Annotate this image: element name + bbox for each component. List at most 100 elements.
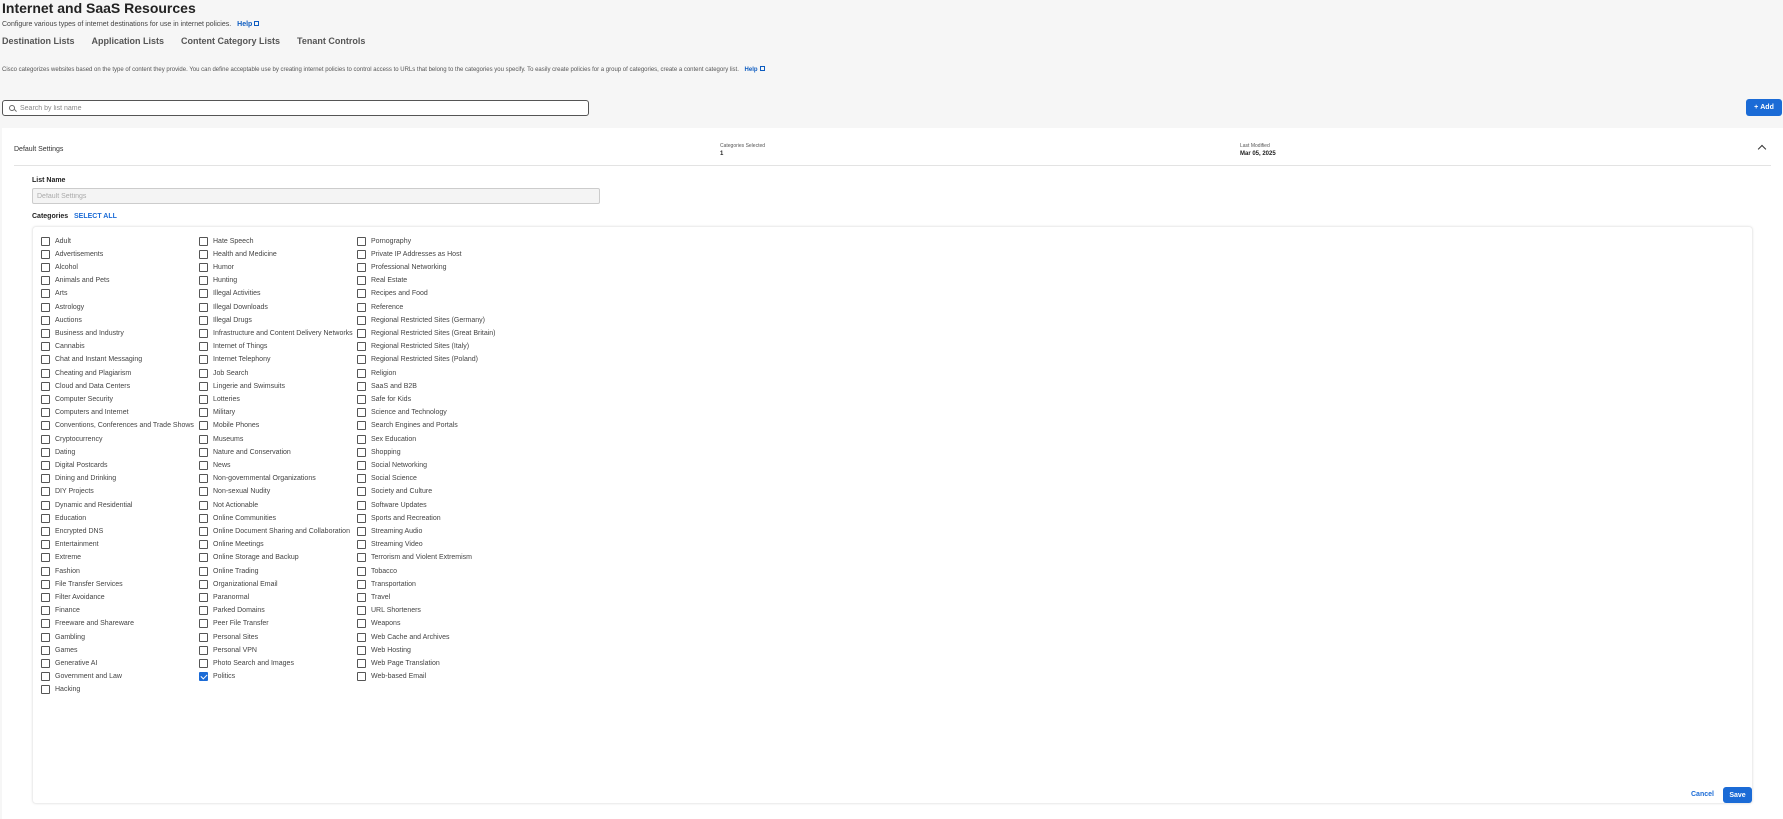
category-item[interactable]: Illegal Activities bbox=[199, 288, 260, 300]
description-help-link[interactable]: Help bbox=[745, 66, 765, 73]
checkbox[interactable] bbox=[357, 672, 366, 682]
list-row-name[interactable]: Default Settings bbox=[14, 146, 63, 153]
checkbox[interactable] bbox=[199, 553, 208, 563]
category-item[interactable]: DIY Projects bbox=[41, 486, 94, 498]
checkbox[interactable] bbox=[41, 302, 50, 312]
category-item[interactable]: Regional Restricted Sites (Great Britain… bbox=[357, 327, 496, 339]
checkbox[interactable] bbox=[41, 460, 50, 470]
checkbox[interactable] bbox=[199, 658, 208, 668]
category-item[interactable]: Software Updates bbox=[357, 499, 427, 511]
list-name-input[interactable] bbox=[32, 188, 600, 204]
checkbox[interactable] bbox=[199, 368, 208, 378]
category-item[interactable]: Extreme bbox=[41, 552, 81, 564]
category-item[interactable]: Nature and Conservation bbox=[199, 446, 291, 458]
checkbox[interactable] bbox=[199, 540, 208, 550]
category-item[interactable]: Cannabis bbox=[41, 341, 85, 353]
checkbox[interactable] bbox=[199, 408, 208, 418]
category-item[interactable]: Lotteries bbox=[199, 393, 240, 405]
checkbox[interactable] bbox=[41, 447, 50, 457]
category-item[interactable]: Reference bbox=[357, 301, 403, 313]
category-item[interactable]: Social Networking bbox=[357, 459, 427, 471]
category-item[interactable]: Animals and Pets bbox=[41, 275, 109, 287]
checkbox[interactable] bbox=[41, 526, 50, 536]
checkbox[interactable] bbox=[199, 632, 208, 642]
category-item[interactable]: Freeware and Shareware bbox=[41, 618, 134, 630]
checkbox[interactable] bbox=[41, 408, 50, 418]
checkbox[interactable] bbox=[41, 421, 50, 431]
category-item[interactable]: Organizational Email bbox=[199, 578, 278, 590]
category-item[interactable]: Auctions bbox=[41, 314, 82, 326]
checkbox[interactable] bbox=[357, 645, 366, 655]
checkbox[interactable] bbox=[199, 500, 208, 510]
category-item[interactable]: Hacking bbox=[41, 684, 80, 696]
checkbox[interactable] bbox=[41, 276, 50, 286]
category-item[interactable]: Sports and Recreation bbox=[357, 512, 441, 524]
checkbox[interactable] bbox=[357, 553, 366, 563]
checkbox[interactable] bbox=[41, 368, 50, 378]
checkbox[interactable] bbox=[357, 394, 366, 404]
checkbox[interactable] bbox=[41, 289, 50, 299]
search-input[interactable] bbox=[20, 104, 570, 112]
checkbox[interactable] bbox=[357, 487, 366, 497]
category-item[interactable]: Web Cache and Archives bbox=[357, 631, 449, 643]
checkbox[interactable] bbox=[199, 592, 208, 602]
category-item[interactable]: Web Hosting bbox=[357, 644, 411, 656]
checkbox[interactable] bbox=[199, 474, 208, 484]
category-item[interactable]: Regional Restricted Sites (Poland) bbox=[357, 354, 478, 366]
category-item[interactable]: Health and Medicine bbox=[199, 248, 277, 260]
checkbox[interactable] bbox=[357, 500, 366, 510]
chevron-up-icon[interactable] bbox=[1757, 144, 1767, 154]
category-item[interactable]: Illegal Drugs bbox=[199, 314, 252, 326]
category-item[interactable]: Cryptocurrency bbox=[41, 433, 102, 445]
checkbox[interactable] bbox=[41, 262, 50, 272]
checkbox[interactable] bbox=[199, 315, 208, 325]
checkbox[interactable] bbox=[199, 447, 208, 457]
checkbox[interactable] bbox=[41, 249, 50, 259]
checkbox-checked[interactable] bbox=[199, 672, 208, 682]
checkbox[interactable] bbox=[357, 540, 366, 550]
checkbox[interactable] bbox=[41, 619, 50, 629]
checkbox[interactable] bbox=[199, 394, 208, 404]
category-item[interactable]: Private IP Addresses as Host bbox=[357, 248, 462, 260]
checkbox[interactable] bbox=[41, 328, 50, 338]
checkbox[interactable] bbox=[357, 315, 366, 325]
checkbox[interactable] bbox=[41, 381, 50, 391]
category-item[interactable]: Chat and Instant Messaging bbox=[41, 354, 142, 366]
category-item[interactable]: Gambling bbox=[41, 631, 85, 643]
checkbox[interactable] bbox=[41, 540, 50, 550]
cancel-button[interactable]: Cancel bbox=[1691, 791, 1714, 798]
category-item[interactable]: Search Engines and Portals bbox=[357, 420, 458, 432]
checkbox[interactable] bbox=[357, 632, 366, 642]
checkbox[interactable] bbox=[357, 606, 366, 616]
checkbox[interactable] bbox=[357, 619, 366, 629]
checkbox[interactable] bbox=[41, 592, 50, 602]
checkbox[interactable] bbox=[199, 513, 208, 523]
checkbox[interactable] bbox=[199, 460, 208, 470]
checkbox[interactable] bbox=[199, 262, 208, 272]
category-item[interactable]: Online Storage and Backup bbox=[199, 552, 299, 564]
category-item[interactable]: Peer File Transfer bbox=[199, 618, 269, 630]
category-item[interactable]: Science and Technology bbox=[357, 407, 447, 419]
category-item[interactable]: Transportation bbox=[357, 578, 416, 590]
category-item[interactable]: Weapons bbox=[357, 618, 400, 630]
category-item[interactable]: Politics bbox=[199, 671, 235, 683]
category-item[interactable]: Paranormal bbox=[199, 591, 249, 603]
checkbox[interactable] bbox=[357, 460, 366, 470]
checkbox[interactable] bbox=[199, 355, 208, 365]
checkbox[interactable] bbox=[41, 606, 50, 616]
checkbox[interactable] bbox=[199, 276, 208, 286]
category-item[interactable]: Not Actionable bbox=[199, 499, 258, 511]
checkbox[interactable] bbox=[357, 421, 366, 431]
category-item[interactable]: Astrology bbox=[41, 301, 84, 313]
checkbox[interactable] bbox=[41, 645, 50, 655]
checkbox[interactable] bbox=[199, 566, 208, 576]
checkbox[interactable] bbox=[41, 685, 50, 695]
checkbox[interactable] bbox=[357, 289, 366, 299]
category-item[interactable]: Dating bbox=[41, 446, 75, 458]
category-item[interactable]: Internet Telephony bbox=[199, 354, 270, 366]
category-item[interactable]: Terrorism and Violent Extremism bbox=[357, 552, 472, 564]
checkbox[interactable] bbox=[41, 315, 50, 325]
checkbox[interactable] bbox=[41, 500, 50, 510]
category-item[interactable]: Government and Law bbox=[41, 671, 122, 683]
category-item[interactable]: Shopping bbox=[357, 446, 401, 458]
